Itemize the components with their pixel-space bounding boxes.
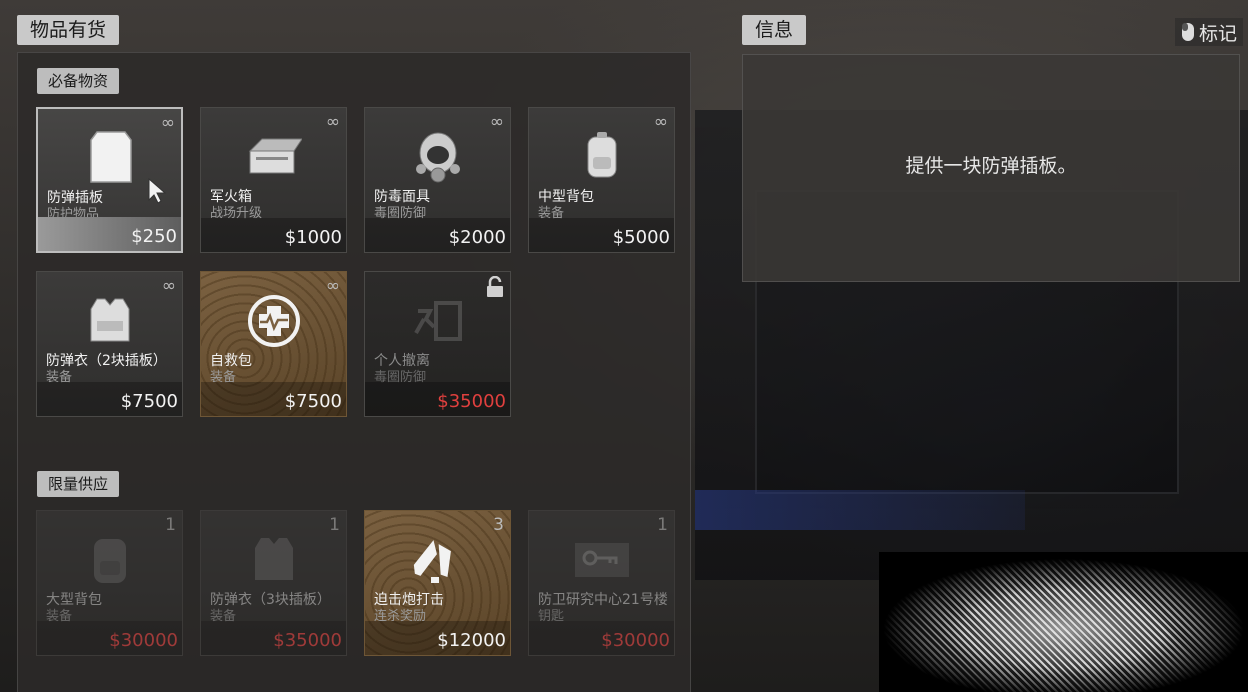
item-card-gas-mask[interactable]: ∞ 防毒面具 毒圈防御 $2000 [364,107,511,253]
infinite-icon: ∞ [160,113,175,133]
infinite-icon: ∞ [489,112,504,132]
static-feed [879,552,1248,692]
item-price: $7500 [120,391,178,412]
available-items-header: 物品有货 [17,15,120,45]
item-price: $12000 [437,630,506,651]
mouse-icon [1182,23,1194,41]
item-price: $30000 [601,630,670,651]
stock-count: 1 [165,515,176,535]
item-price: $35000 [437,391,506,412]
armor-vest-icon [77,288,143,354]
item-card-mortar-strike[interactable]: 3 迫击炮打击 连杀奖励 $12000 [364,510,511,656]
item-price: $5000 [612,227,670,248]
stock-count: 1 [329,515,340,535]
item-price: $35000 [273,630,342,651]
mortar-icon [405,527,471,593]
lock-icon [486,275,504,303]
item-card-armor-vest-3[interactable]: 1 防弹衣（3块插板） 装备 $35000 [200,510,347,656]
ammo-box-icon [241,124,307,190]
mark-label: 标记 [1199,22,1238,45]
self-revive-icon [241,288,307,354]
background-light [695,490,1025,530]
infinite-icon: ∞ [161,276,176,296]
gas-mask-icon [405,124,471,190]
stock-count: 1 [657,515,668,535]
item-card-ammo-box[interactable]: ∞ 军火箱 战场升级 $1000 [200,107,347,253]
item-price: $250 [131,226,177,247]
personal-exfil-icon [405,288,471,354]
large-backpack-icon [77,527,143,593]
infinite-icon: ∞ [325,276,340,296]
item-card-self-revive[interactable]: ∞ 自救包 装备 $7500 [200,271,347,417]
essentials-section-label: 必备物资 [37,68,120,94]
item-price: $7500 [284,391,342,412]
item-card-large-backpack[interactable]: 1 大型背包 装备 $30000 [36,510,183,656]
stock-count: 3 [493,515,504,535]
armor-plate-icon [78,125,144,191]
item-card-medium-backpack[interactable]: ∞ 中型背包 装备 $5000 [528,107,675,253]
key-icon [569,527,635,593]
item-card-personal-exfil[interactable]: 个人撤离 毒圈防御 $35000 [364,271,511,417]
item-price: $2000 [448,227,506,248]
info-panel: 提供一块防弹插板。 [742,54,1240,282]
item-description: 提供一块防弹插板。 [905,155,1077,177]
infinite-icon: ∞ [325,112,340,132]
info-header: 信息 [742,15,807,45]
limited-section-label: 限量供应 [37,471,120,497]
backpack-icon [569,124,635,190]
item-card-key[interactable]: 1 防卫研究中心21号楼 钥匙 $30000 [528,510,675,656]
mouse-cursor-icon [148,178,167,204]
armor-vest-icon [241,527,307,593]
item-price: $30000 [109,630,178,651]
infinite-icon: ∞ [653,112,668,132]
mark-button[interactable]: 标记 [1175,18,1244,46]
item-card-armor-vest-2[interactable]: ∞ 防弹衣（2块插板） 装备 $7500 [36,271,183,417]
item-price: $1000 [284,227,342,248]
